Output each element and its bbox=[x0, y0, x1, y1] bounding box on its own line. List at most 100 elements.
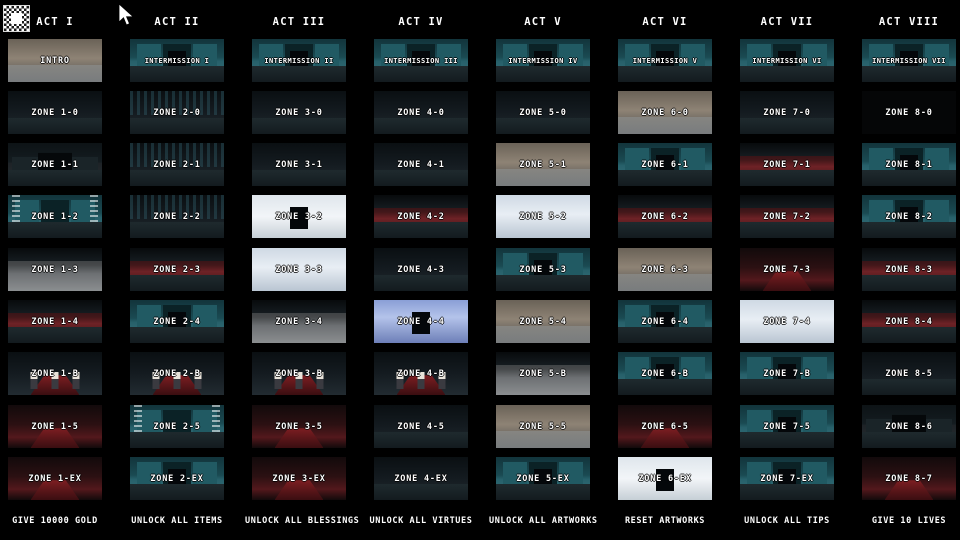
level-tile[interactable]: ZONE 6-2 bbox=[618, 195, 712, 238]
level-tile[interactable]: INTERMISSION IV bbox=[496, 39, 590, 82]
level-tile[interactable]: ZONE 4-3 bbox=[374, 248, 468, 291]
level-tile[interactable]: ZONE 5-1 bbox=[496, 143, 590, 186]
level-tile[interactable]: ZONE 3-EX bbox=[252, 457, 346, 500]
level-tile[interactable]: ZONE 3-1 bbox=[252, 143, 346, 186]
level-tile[interactable]: ZONE 7-0 bbox=[740, 91, 834, 134]
level-tile[interactable]: ZONE 5-EX bbox=[496, 457, 590, 500]
act-column-8: ACT VIII INTERMISSION VII ZONE 8-0 ZONE 8-1… bbox=[861, 0, 957, 540]
cheat-button[interactable]: UNLOCK ALL ITEMS bbox=[123, 515, 231, 527]
level-tile[interactable]: ZONE 4-2 bbox=[374, 195, 468, 238]
level-tile[interactable]: ZONE 1-4 bbox=[8, 300, 102, 343]
act-column-4: ACT IV INTERMISSION III ZONE 4-0 ZONE 4-1 ZO… bbox=[370, 0, 472, 540]
level-tile[interactable]: ZONE 6-1 bbox=[618, 143, 712, 186]
level-tile-label: ZONE 1-2 bbox=[31, 211, 79, 222]
level-tile[interactable]: ZONE 8-1 bbox=[862, 143, 956, 186]
level-tile[interactable]: ZONE 6-0 bbox=[618, 91, 712, 134]
cheat-button[interactable]: GIVE 10 LIVES bbox=[855, 515, 960, 527]
level-tile[interactable]: ZONE 1-2 bbox=[8, 195, 102, 238]
act-header-7: ACT VII bbox=[760, 16, 814, 28]
level-tile[interactable]: ZONE 6-B bbox=[618, 352, 712, 395]
level-tile[interactable]: ZONE 3-B bbox=[252, 352, 346, 395]
level-tile[interactable]: ZONE 1-B bbox=[8, 352, 102, 395]
act-header-8: ACT VIII bbox=[878, 16, 940, 28]
level-tile-label: INTERMISSION VII bbox=[872, 56, 946, 65]
level-tile[interactable]: ZONE 7-B bbox=[740, 352, 834, 395]
level-tile[interactable]: ZONE 8-7 bbox=[862, 457, 956, 500]
level-tile-label: ZONE 8-2 bbox=[885, 211, 933, 222]
level-tile[interactable]: ZONE 8-0 bbox=[862, 91, 956, 134]
level-tile[interactable]: ZONE 3-0 bbox=[252, 91, 346, 134]
level-tile-label: ZONE 3-B bbox=[275, 368, 323, 379]
level-tile[interactable]: ZONE 2-4 bbox=[130, 300, 224, 343]
level-tile[interactable]: ZONE 3-5 bbox=[252, 405, 346, 448]
act-column-5: ACT V INTERMISSION IV ZONE 5-0 ZONE 5-1 ZONE… bbox=[489, 0, 597, 540]
act-header-4: ACT IV bbox=[398, 16, 444, 28]
level-tile[interactable]: ZONE 2-B bbox=[130, 352, 224, 395]
level-tile[interactable]: ZONE 4-5 bbox=[374, 405, 468, 448]
cheat-button[interactable]: UNLOCK ALL ARTWORKS bbox=[489, 515, 597, 527]
cheat-button[interactable]: UNLOCK ALL TIPS bbox=[733, 515, 841, 527]
level-tile[interactable]: ZONE 2-5 bbox=[130, 405, 224, 448]
level-tile[interactable]: ZONE 7-5 bbox=[740, 405, 834, 448]
level-tile[interactable]: ZONE 8-3 bbox=[862, 248, 956, 291]
level-tile[interactable]: ZONE 3-3 bbox=[252, 248, 346, 291]
level-tile[interactable]: ZONE 3-2 bbox=[252, 195, 346, 238]
cheat-button[interactable]: UNLOCK ALL BLESSINGS bbox=[245, 515, 359, 527]
level-tile-label: ZONE 6-2 bbox=[641, 211, 689, 222]
level-tile[interactable]: ZONE 8-5 bbox=[862, 352, 956, 395]
level-tile[interactable]: INTERMISSION VII bbox=[862, 39, 956, 82]
level-tile[interactable]: ZONE 1-1 bbox=[8, 143, 102, 186]
level-tile[interactable]: INTERMISSION VI bbox=[740, 39, 834, 82]
level-tile[interactable]: ZONE 6-3 bbox=[618, 248, 712, 291]
level-tile-label: ZONE 7-1 bbox=[763, 159, 811, 170]
level-tile-label: INTERMISSION VI bbox=[752, 56, 822, 65]
level-tile[interactable]: INTERMISSION III bbox=[374, 39, 468, 82]
level-tile[interactable]: ZONE 5-2 bbox=[496, 195, 590, 238]
level-tile-label: ZONE 7-5 bbox=[763, 421, 811, 432]
level-tile[interactable]: ZONE 2-2 bbox=[130, 195, 224, 238]
cheat-button[interactable]: GIVE 10000 GOLD bbox=[1, 515, 109, 527]
level-tile[interactable]: ZONE 4-1 bbox=[374, 143, 468, 186]
level-tile-label: ZONE 5-5 bbox=[519, 421, 567, 432]
act-column-3: ACT III INTERMISSION II ZONE 3-0 ZONE 3-1 ZO… bbox=[245, 0, 359, 540]
level-tile[interactable]: ZONE 2-EX bbox=[130, 457, 224, 500]
level-tile[interactable]: ZONE 4-4 bbox=[374, 300, 468, 343]
level-tile-label: ZONE 2-4 bbox=[153, 316, 201, 327]
level-tile[interactable]: ZONE 7-3 bbox=[740, 248, 834, 291]
cheat-button[interactable]: UNLOCK ALL VIRTUES bbox=[367, 515, 475, 527]
level-tile[interactable]: ZONE 2-3 bbox=[130, 248, 224, 291]
level-tile[interactable]: ZONE 2-0 bbox=[130, 91, 224, 134]
level-tile[interactable]: ZONE 5-4 bbox=[496, 300, 590, 343]
level-tile[interactable]: ZONE 7-1 bbox=[740, 143, 834, 186]
level-tile[interactable]: ZONE 1-5 bbox=[8, 405, 102, 448]
level-tile[interactable]: ZONE 1-0 bbox=[8, 91, 102, 134]
level-tile[interactable]: ZONE 5-0 bbox=[496, 91, 590, 134]
level-tile[interactable]: ZONE 1-EX bbox=[8, 457, 102, 500]
level-tile[interactable]: ZONE 5-5 bbox=[496, 405, 590, 448]
level-tile[interactable]: ZONE 5-B bbox=[496, 352, 590, 395]
level-tile[interactable]: ZONE 3-4 bbox=[252, 300, 346, 343]
level-tile[interactable]: ZONE 6-4 bbox=[618, 300, 712, 343]
level-tile[interactable]: ZONE 7-2 bbox=[740, 195, 834, 238]
level-tile[interactable]: ZONE 6-EX bbox=[618, 457, 712, 500]
level-tile-label: ZONE 7-2 bbox=[763, 211, 811, 222]
level-tile[interactable]: ZONE 7-EX bbox=[740, 457, 834, 500]
level-tile[interactable]: ZONE 4-B bbox=[374, 352, 468, 395]
level-tile[interactable]: INTERMISSION V bbox=[618, 39, 712, 82]
level-tile[interactable]: ZONE 2-1 bbox=[130, 143, 224, 186]
level-tile[interactable]: ZONE 6-5 bbox=[618, 405, 712, 448]
level-tile-label: ZONE 4-3 bbox=[397, 264, 445, 275]
level-tile[interactable]: ZONE 8-2 bbox=[862, 195, 956, 238]
level-tile[interactable]: ZONE 8-4 bbox=[862, 300, 956, 343]
level-tile[interactable]: INTRO bbox=[8, 39, 102, 82]
level-tile[interactable]: INTERMISSION II bbox=[252, 39, 346, 82]
level-tile-label: ZONE 2-B bbox=[153, 368, 201, 379]
level-tile[interactable]: ZONE 4-EX bbox=[374, 457, 468, 500]
cheat-button[interactable]: RESET ARTWORKS bbox=[611, 515, 719, 527]
level-tile[interactable]: ZONE 8-6 bbox=[862, 405, 956, 448]
level-tile[interactable]: ZONE 1-3 bbox=[8, 248, 102, 291]
level-tile[interactable]: ZONE 4-0 bbox=[374, 91, 468, 134]
level-tile[interactable]: ZONE 5-3 bbox=[496, 248, 590, 291]
level-tile[interactable]: ZONE 7-4 bbox=[740, 300, 834, 343]
level-tile[interactable]: INTERMISSION I bbox=[130, 39, 224, 82]
